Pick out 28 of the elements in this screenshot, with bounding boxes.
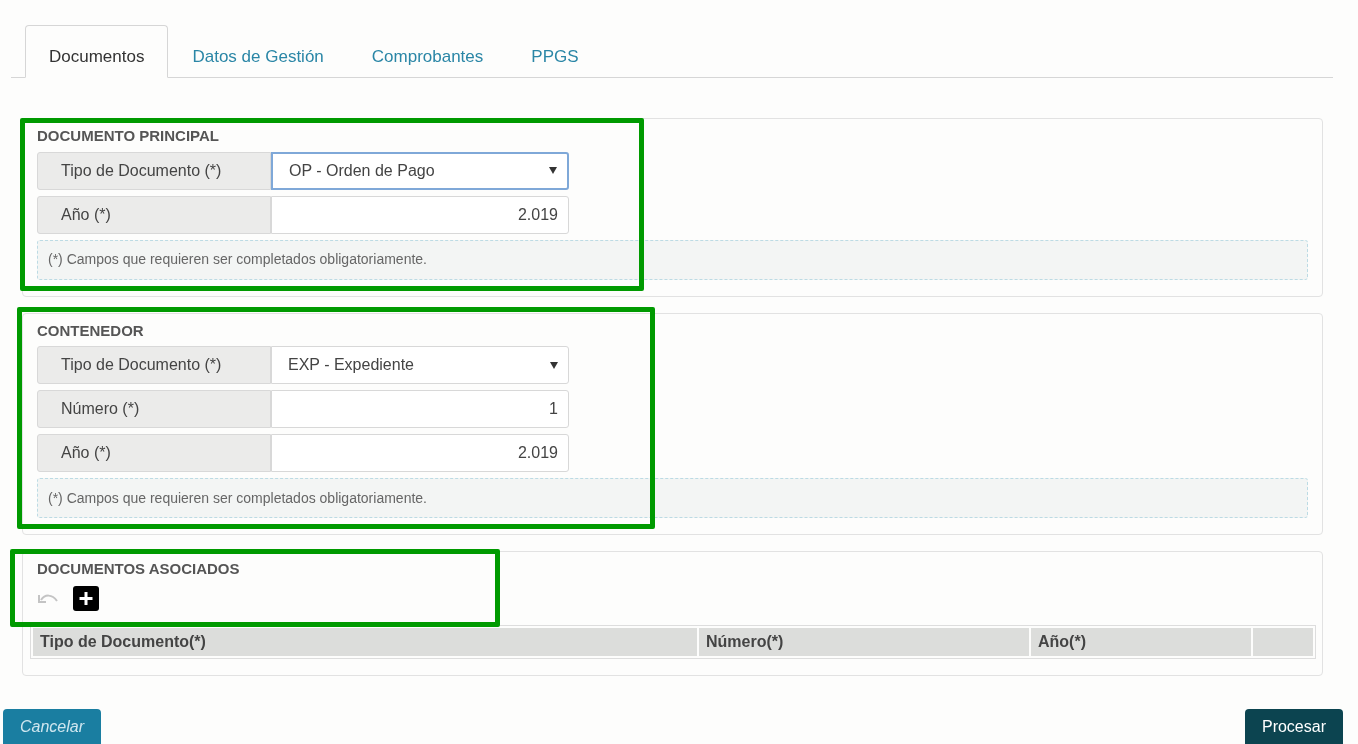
required-note: (*) Campos que requieren ser completados obligatoriamente. bbox=[37, 478, 1308, 518]
field-label: Tipo de Documento (*) bbox=[37, 151, 271, 190]
select-field[interactable]: OP - Orden de Pago bbox=[271, 151, 569, 190]
field-label: Tipo de Documento (*) bbox=[37, 346, 271, 384]
tab[interactable]: Datos de Gestión bbox=[168, 25, 348, 78]
input-field[interactable]: 2.019 bbox=[271, 434, 569, 472]
column-header: Año(*) bbox=[1031, 627, 1251, 656]
add-icon[interactable] bbox=[73, 586, 99, 611]
dropdown-caret-icon bbox=[549, 167, 557, 174]
field-label: Año (*) bbox=[37, 434, 271, 472]
section-title: DOCUMENTO PRINCIPAL bbox=[37, 126, 220, 146]
tab[interactable]: Comprobantes bbox=[347, 25, 508, 78]
tab[interactable]: PPGS bbox=[507, 25, 603, 78]
column-header bbox=[1253, 627, 1313, 656]
input-field[interactable]: 1 bbox=[271, 390, 569, 428]
field-label: Número (*) bbox=[37, 390, 271, 428]
input-field[interactable]: 2.019 bbox=[271, 195, 569, 234]
required-note: (*) Campos que requieren ser completados obligatoriamente. bbox=[37, 239, 1308, 280]
column-header: Tipo de Documento(*) bbox=[33, 627, 697, 656]
section-title: CONTENEDOR bbox=[37, 320, 145, 341]
select-field[interactable]: EXP - Expediente bbox=[271, 346, 569, 384]
process-button[interactable]: Procesar bbox=[1244, 709, 1343, 744]
tab[interactable]: Documentos bbox=[25, 25, 169, 78]
dropdown-caret-icon bbox=[550, 361, 558, 369]
column-header: Número(*) bbox=[699, 627, 1029, 656]
section-title: DOCUMENTOS ASOCIADOS bbox=[37, 559, 241, 579]
cancel-button[interactable]: Cancelar bbox=[3, 709, 102, 744]
field-label: Año (*) bbox=[37, 195, 271, 234]
